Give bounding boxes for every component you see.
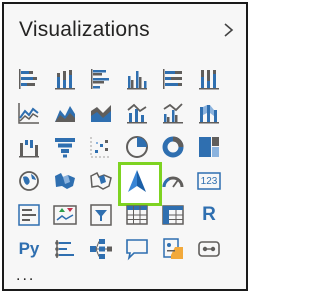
table-button[interactable] [124, 202, 150, 228]
matrix-button[interactable] [160, 202, 186, 228]
pane-header: Visualizations [4, 4, 246, 54]
smart-narrative-button[interactable] [160, 236, 186, 262]
shape-map-button[interactable] [88, 168, 114, 194]
python-visual-icon: Py [16, 236, 42, 262]
line-and-stacked-column-chart-icon [124, 100, 150, 126]
funnel-chart-button[interactable] [52, 134, 78, 160]
r-script-visual-button[interactable]: R [196, 202, 222, 228]
python-visual-text: Py [18, 239, 40, 258]
python-visual-button[interactable]: Py [16, 236, 42, 262]
key-influencers-icon [52, 236, 78, 262]
key-influencers-button[interactable] [52, 236, 78, 262]
100-stacked-bar-chart-button[interactable] [160, 66, 186, 92]
azure-map-button[interactable] [118, 162, 162, 206]
scatter-chart-icon [88, 134, 114, 160]
stacked-bar-chart-icon [16, 66, 42, 92]
filled-map-button[interactable] [52, 168, 78, 194]
line-and-clustered-column-chart-button[interactable] [160, 100, 186, 126]
pie-chart-button[interactable] [124, 134, 150, 160]
donut-chart-icon [160, 134, 186, 160]
paginated-report-button[interactable] [196, 236, 222, 262]
qa-icon [124, 236, 150, 262]
matrix-icon [160, 202, 186, 228]
donut-chart-button[interactable] [160, 134, 186, 160]
decomposition-tree-icon [88, 236, 114, 262]
area-chart-icon [52, 100, 78, 126]
line-chart-icon [16, 100, 42, 126]
shape-map-icon [88, 168, 114, 194]
scatter-chart-button[interactable] [88, 134, 114, 160]
table-icon [124, 202, 150, 228]
clustered-column-chart-button[interactable] [124, 66, 150, 92]
smart-narrative-icon [160, 236, 186, 262]
clustered-bar-chart-icon [88, 66, 114, 92]
pane-title: Visualizations [19, 18, 150, 41]
gauge-icon [160, 168, 186, 194]
treemap-button[interactable] [196, 134, 222, 160]
more-options-icon[interactable]: ... [16, 268, 42, 284]
card-button[interactable]: 123 [196, 168, 222, 194]
map-icon [16, 168, 42, 194]
visual-gallery: 123 R Py [16, 66, 222, 262]
card-text: 123 [200, 175, 218, 187]
clustered-bar-chart-button[interactable] [88, 66, 114, 92]
ribbon-chart-button[interactable] [196, 100, 222, 126]
100-stacked-bar-chart-icon [160, 66, 186, 92]
r-script-visual-icon: R [196, 202, 222, 228]
stacked-column-chart-icon [52, 66, 78, 92]
kpi-icon [52, 202, 78, 228]
kpi-button[interactable] [52, 202, 78, 228]
azure-map-icon [124, 168, 150, 194]
waterfall-chart-button[interactable] [16, 134, 42, 160]
chevron-right-icon[interactable] [222, 19, 236, 41]
map-button[interactable] [16, 168, 42, 194]
100-stacked-column-chart-button[interactable] [196, 66, 222, 92]
filled-map-icon [52, 168, 78, 194]
stacked-area-chart-icon [88, 100, 114, 126]
stacked-area-chart-button[interactable] [88, 100, 114, 126]
multi-row-card-icon [16, 202, 42, 228]
decomposition-tree-button[interactable] [88, 236, 114, 262]
area-chart-button[interactable] [52, 100, 78, 126]
ribbon-chart-icon [196, 100, 222, 126]
paginated-report-icon [196, 236, 222, 262]
card-icon: 123 [196, 168, 222, 194]
gauge-button[interactable] [160, 168, 186, 194]
slicer-button[interactable] [88, 202, 114, 228]
funnel-chart-icon [52, 134, 78, 160]
visualizations-pane: Visualizations 123 R Py ... [2, 2, 248, 291]
line-chart-button[interactable] [16, 100, 42, 126]
slicer-icon [88, 202, 114, 228]
treemap-icon [196, 134, 222, 160]
qa-button[interactable] [124, 236, 150, 262]
clustered-column-chart-icon [124, 66, 150, 92]
waterfall-chart-icon [16, 134, 42, 160]
stacked-bar-chart-button[interactable] [16, 66, 42, 92]
100-stacked-column-chart-icon [196, 66, 222, 92]
r-script-visual-text: R [202, 204, 216, 225]
stacked-column-chart-button[interactable] [52, 66, 78, 92]
multi-row-card-button[interactable] [16, 202, 42, 228]
line-and-stacked-column-chart-button[interactable] [124, 100, 150, 126]
line-and-clustered-column-chart-icon [160, 100, 186, 126]
pie-chart-icon [124, 134, 150, 160]
